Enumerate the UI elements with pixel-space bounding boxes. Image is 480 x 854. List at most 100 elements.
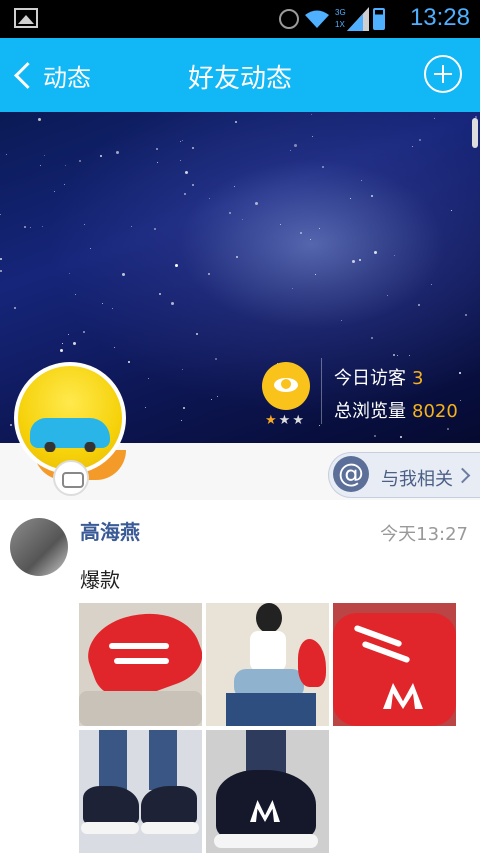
cover-star (294, 144, 297, 147)
cover-star (312, 136, 313, 137)
cover-star (171, 302, 174, 305)
cover-star (374, 435, 376, 437)
cover-star (73, 342, 76, 345)
cover-star (418, 304, 420, 306)
cover-star (209, 198, 210, 199)
watermark: Bai 经验 (368, 807, 446, 831)
cover-star (394, 255, 395, 256)
cover-star (300, 232, 302, 234)
cover-star (44, 155, 45, 156)
cover-star (434, 118, 435, 119)
post-photo-5[interactable] (206, 730, 329, 853)
cover-star (431, 284, 432, 285)
cover-star (236, 256, 238, 258)
cover-star (350, 198, 351, 199)
post-photo-1[interactable] (79, 603, 202, 726)
rating-star: ★ (292, 413, 304, 428)
eye-icon[interactable] (262, 362, 310, 410)
visitors-today-row[interactable]: 今日访客 3 (334, 364, 423, 390)
cover-star (352, 260, 355, 263)
cover-star (100, 155, 102, 157)
profile-avatar-wrap (14, 362, 126, 480)
cover-star (459, 372, 461, 374)
post-text: 爆款 (80, 568, 120, 592)
cover-star (148, 378, 149, 379)
scroll-handle[interactable] (472, 118, 478, 148)
cover-star (0, 214, 1, 215)
cover-star (116, 151, 119, 154)
cover-star (154, 228, 156, 230)
cover-star (64, 184, 65, 185)
visitors-today-value: 3 (412, 368, 424, 389)
cover-star (409, 355, 410, 356)
post-photo-4[interactable] (79, 730, 202, 853)
cover-star (192, 147, 194, 149)
cover-star (371, 337, 373, 339)
cover-star (175, 264, 178, 267)
cover-star (185, 171, 188, 174)
total-views-row[interactable]: 总浏览量 8020 (334, 397, 458, 423)
total-views-label: 总浏览量 (334, 401, 406, 422)
status-bar: 3G 1X 13:28 (0, 0, 480, 38)
cover-star (397, 355, 398, 356)
avatar[interactable] (14, 362, 126, 474)
cover-star (84, 224, 85, 225)
cover-star (184, 193, 186, 195)
cover-star (40, 165, 41, 166)
cover-star (38, 118, 41, 121)
cover-star (79, 160, 81, 162)
cover-star (290, 150, 291, 151)
cover-star (400, 436, 402, 438)
cover-star (10, 424, 12, 426)
cover-star (229, 212, 231, 214)
cover-star (322, 166, 324, 168)
mention-button[interactable]: @ 与我相关 (328, 452, 480, 498)
level-badge-icon[interactable] (53, 460, 89, 496)
cover-star (361, 180, 362, 181)
cover-star (14, 307, 16, 309)
post-photo-3[interactable] (333, 603, 456, 726)
cover-star (112, 308, 113, 309)
cover-star (69, 273, 70, 274)
plus-circle-icon[interactable] (424, 55, 462, 93)
cover-star (319, 425, 320, 426)
cover-star (60, 349, 63, 352)
cover-star (460, 400, 461, 401)
cover-star (54, 191, 55, 192)
cover-star (90, 248, 91, 249)
network-label-top: 3G (335, 8, 346, 17)
cover-star (255, 202, 258, 205)
cover-star (217, 396, 218, 397)
cover-star (122, 273, 125, 276)
cover-star (215, 358, 217, 360)
cover-star (208, 273, 210, 275)
cover-star (157, 162, 158, 163)
post-author-avatar[interactable] (10, 518, 68, 576)
signal-3g-icon: 3G 1X (335, 7, 369, 31)
cover-star (412, 146, 413, 147)
cover-star (234, 186, 235, 187)
status-time: 13:28 (409, 4, 470, 31)
status-icons: 3G 1X (279, 6, 385, 32)
cover-star (310, 239, 311, 240)
post-author-name[interactable]: 高海燕 (80, 516, 140, 545)
cover-star (68, 334, 69, 335)
mention-label: 与我相关 (381, 469, 453, 490)
title-bar: 动态 好友动态 (0, 38, 480, 112)
feed: 高海燕 今天13:27 爆款 Bai 经验 (0, 500, 480, 854)
cover-star (145, 407, 146, 408)
cover-star (182, 140, 183, 141)
cover-star (292, 288, 293, 289)
stat-divider (321, 358, 322, 424)
cover-star (451, 210, 452, 211)
cover-star (387, 295, 388, 296)
battery-icon (373, 8, 385, 30)
visitors-today-label: 今日访客 (334, 368, 406, 389)
total-views-value: 8020 (412, 401, 458, 422)
post-photo-2[interactable] (206, 603, 329, 726)
avatar-car-illustration (30, 418, 110, 452)
cover-star (319, 228, 320, 229)
network-label-bottom: 1X (335, 20, 345, 29)
page-title: 好友动态 (187, 64, 292, 94)
cover-star (131, 226, 132, 227)
